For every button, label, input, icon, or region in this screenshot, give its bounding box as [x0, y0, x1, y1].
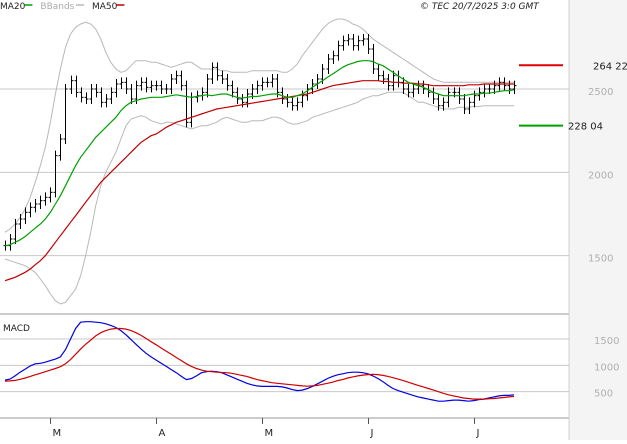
chart-canvas: 1500 2000 2500 500 1000 1500 M A M J J 264 22 228 04… [0, 0, 627, 440]
support-level-label: 228 04 [568, 122, 603, 133]
legend-label: MA50 [92, 2, 118, 12]
macd-y-tick-label: 1500 [594, 336, 619, 347]
macd-panel-title: MACD [3, 324, 30, 334]
macd-y-tick-label: 500 [594, 389, 613, 400]
macd-y-tick-label: 1000 [594, 362, 619, 373]
x-tick-label: M [265, 428, 274, 439]
legend-label: BBands [40, 2, 74, 12]
price-y-tick-label: 2500 [588, 87, 613, 98]
x-tick-label: A [159, 428, 166, 439]
price-y-tick-label: 1500 [588, 254, 613, 265]
x-tick-label: J [370, 428, 374, 439]
legend-label: MA20 [0, 2, 26, 12]
price-y-tick-label: 2000 [588, 170, 613, 181]
x-tick-label: J [476, 428, 480, 439]
x-tick-label: M [53, 428, 62, 439]
copyright-label: © TEC 20/7/2025 3:0 GMT [420, 2, 540, 12]
resistance-level-label: 264 22 [593, 61, 627, 72]
stock-chart: 1500 2000 2500 500 1000 1500 M A M J J 264 22 228 04… [0, 0, 627, 444]
